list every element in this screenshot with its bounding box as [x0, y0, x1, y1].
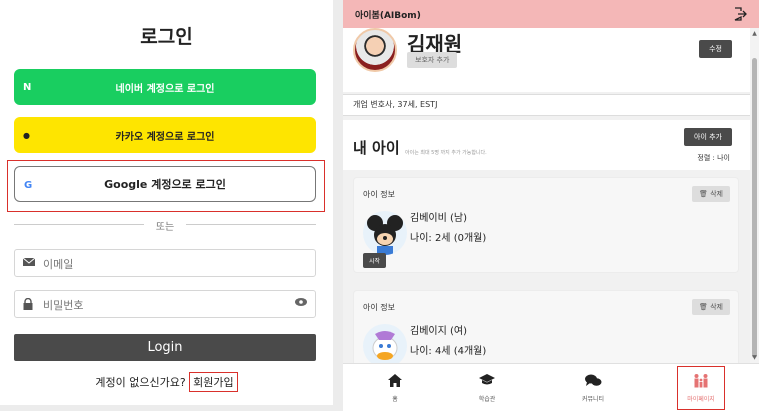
kid-name: 김베이지 (여): [410, 326, 467, 337]
no-account-text: 계정이 없으신가요?: [95, 376, 186, 389]
scrollbar[interactable]: ▲ ▼: [750, 28, 759, 363]
nav-learning-label: 학습관: [478, 396, 496, 403]
kid-age: 나이: 4세 (4개월): [410, 346, 487, 357]
edit-profile-button[interactable]: 수정: [699, 40, 732, 58]
naver-login-label: 네이버 계정으로 로그인: [115, 83, 215, 95]
app-panel: 아이봄(AIBom) 김재원 보호자 추가 수정 개업 변호사, 37세, ES…: [343, 0, 759, 411]
password-field[interactable]: [14, 290, 316, 318]
bottom-nav: 홈 학습관 커뮤니티 마이페이지: [343, 363, 759, 411]
email-input[interactable]: [43, 254, 283, 274]
or-divider: 또는: [14, 222, 316, 233]
top-bar: 아이봄(AIBom): [343, 0, 759, 28]
kid-avatar: [363, 324, 407, 368]
graduation-cap-icon: [435, 374, 539, 388]
my-kids-heading: 내 아이: [353, 139, 400, 157]
login-panel: 로그인 N 네이버 계정으로 로그인 ● 카카오 계정으로 로그인 G Goog…: [0, 0, 333, 405]
kakao-login-label: 카카오 계정으로 로그인: [115, 131, 215, 143]
google-login-button[interactable]: G Google 계정으로 로그인: [14, 166, 316, 202]
kid-age: 나이: 2세 (0개월): [410, 233, 487, 244]
kakao-login-button[interactable]: ● 카카오 계정으로 로그인: [14, 117, 316, 153]
show-password-eye-icon[interactable]: [295, 298, 307, 309]
nav-mypage-highlight: [677, 366, 725, 410]
nav-community-label: 커뮤니티: [581, 396, 605, 403]
login-button[interactable]: Login: [14, 334, 316, 361]
add-kid-button[interactable]: 아이 추가: [684, 128, 732, 146]
scroll-up-arrow-icon[interactable]: ▲: [751, 30, 758, 37]
email-field[interactable]: [14, 249, 316, 277]
google-icon-letter: G: [24, 179, 33, 191]
logout-icon[interactable]: [733, 6, 747, 21]
naver-icon: N: [23, 81, 32, 93]
profile-details: 개업 변호사, 37세, ESTJ: [343, 94, 750, 116]
google-login-label: Google 계정으로 로그인: [104, 178, 226, 191]
password-input[interactable]: [43, 295, 283, 315]
delete-kid-button[interactable]: 🗑 삭제: [692, 299, 730, 315]
nav-learning[interactable]: 학습관: [435, 364, 539, 411]
scroll-down-arrow-icon[interactable]: ▼: [751, 354, 758, 361]
profile-section: 김재원 보호자 추가 수정: [343, 28, 750, 92]
envelope-icon: [22, 257, 36, 269]
sort-label[interactable]: 정렬 : 나이: [697, 153, 730, 163]
signup-row: 계정이 없으신가요? 회원가입: [0, 372, 333, 392]
my-kids-subtitle: 아이는 최대 5명 까지 추가 가능합니다.: [405, 150, 487, 156]
naver-login-button[interactable]: N 네이버 계정으로 로그인: [14, 69, 316, 105]
kid-name: 김베이비 (남): [410, 213, 467, 224]
scrollbar-thumb[interactable]: [752, 58, 757, 358]
kid-card-title: 아이 정보: [363, 303, 395, 312]
lock-icon: [23, 297, 35, 310]
nav-community[interactable]: 커뮤니티: [541, 364, 645, 411]
my-kids-header: 내 아이 아이는 최대 5명 까지 추가 가능합니다. 아이 추가 정렬 : 나…: [343, 120, 750, 170]
kid-avatar: [363, 211, 407, 255]
login-title: 로그인: [140, 26, 193, 48]
home-icon: [343, 374, 447, 388]
kid-card[interactable]: 아이 정보 🗑 삭제 김베이비 (남) 나이: 2세 (0개월) 시작: [353, 177, 739, 273]
start-button[interactable]: 시작: [363, 253, 387, 268]
screen: 로그인 N 네이버 계정으로 로그인 ● 카카오 계정으로 로그인 G Goog…: [0, 0, 759, 411]
chat-icon: [541, 374, 645, 388]
kid-card-title: 아이 정보: [363, 190, 395, 199]
signup-link[interactable]: 회원가입: [189, 372, 238, 392]
nav-home[interactable]: 홈: [343, 364, 447, 411]
nav-home-label: 홈: [392, 396, 398, 403]
divider-text: 또는: [155, 222, 175, 233]
delete-kid-button[interactable]: 🗑 삭제: [692, 186, 730, 202]
google-icon: G: [24, 167, 32, 203]
profile-avatar: [353, 28, 397, 72]
app-title: 아이봄(AIBom): [355, 11, 421, 21]
add-guardian-button[interactable]: 보호자 추가: [407, 52, 458, 68]
kakao-speech-bubble-icon: ●: [23, 130, 30, 140]
